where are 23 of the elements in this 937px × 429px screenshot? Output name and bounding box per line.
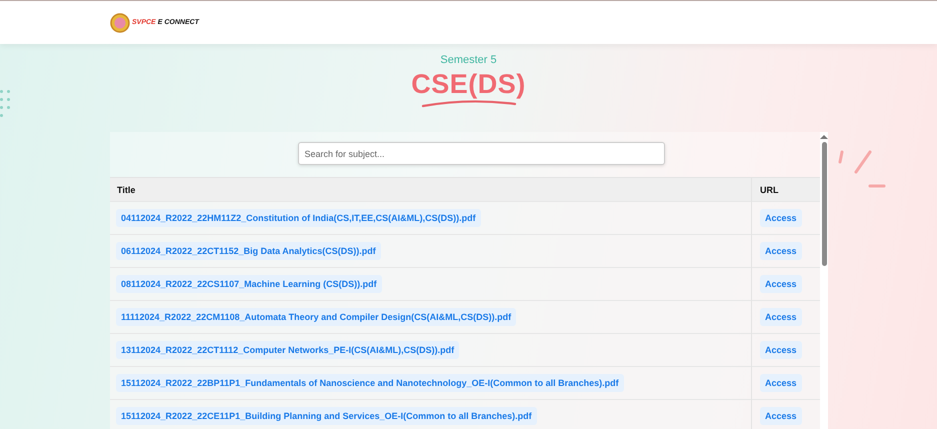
access-link[interactable]: Access [760, 308, 802, 326]
access-link[interactable]: Access [760, 209, 802, 227]
access-link[interactable]: Access [760, 341, 802, 359]
scrollbar[interactable] [820, 132, 828, 429]
search-field[interactable]: Search for subject... [298, 142, 664, 165]
access-link[interactable]: Access [760, 374, 802, 392]
emblem-icon [110, 12, 130, 32]
file-link[interactable]: 04112024_R2022_22HM11Z2_Constitution of India(CS,IT,EE,CS(AI&ML),CS(DS)).pdf [116, 209, 481, 227]
access-link[interactable]: Access [760, 242, 802, 260]
semester-label: Semester 5 [440, 54, 497, 66]
file-link[interactable]: 15112024_R2022_22BP11P1_Fundamentals of Nanoscience and Nanotechnology_OE-I(Common to all Branches).pdf [116, 374, 624, 392]
column-header: URL [752, 178, 820, 202]
scroll-up-icon[interactable] [820, 134, 828, 140]
access-link[interactable]: Access [760, 275, 802, 293]
file-link[interactable]: 08112024_R2022_22CS1107_Machine Learning (CS(DS)).pdf [116, 275, 382, 293]
file-link[interactable]: 15112024_R2022_22CE11P1_Building Planning and Services_OE-I(Common to all Branches).pdf [116, 407, 537, 425]
file-link[interactable]: 11112024_R2022_22CM1108_Automata Theory and Compiler Design(CS(AI&ML,CS(DS)).pdf [116, 308, 516, 326]
dot-pattern-drawing [0, 90, 12, 117]
file-link[interactable]: 13112024_R2022_22CT1112_Computer Networks_PE-I(CS(AI&ML),CS(DS)).pdf [116, 341, 460, 359]
access-link[interactable]: Access [760, 407, 802, 425]
column-header: Title [110, 178, 752, 202]
file-link[interactable]: 06112024_R2022_22CT1152_Big Data Analytics(CS(DS)).pdf [116, 242, 381, 260]
page-title: CSE(DS) [411, 69, 526, 100]
